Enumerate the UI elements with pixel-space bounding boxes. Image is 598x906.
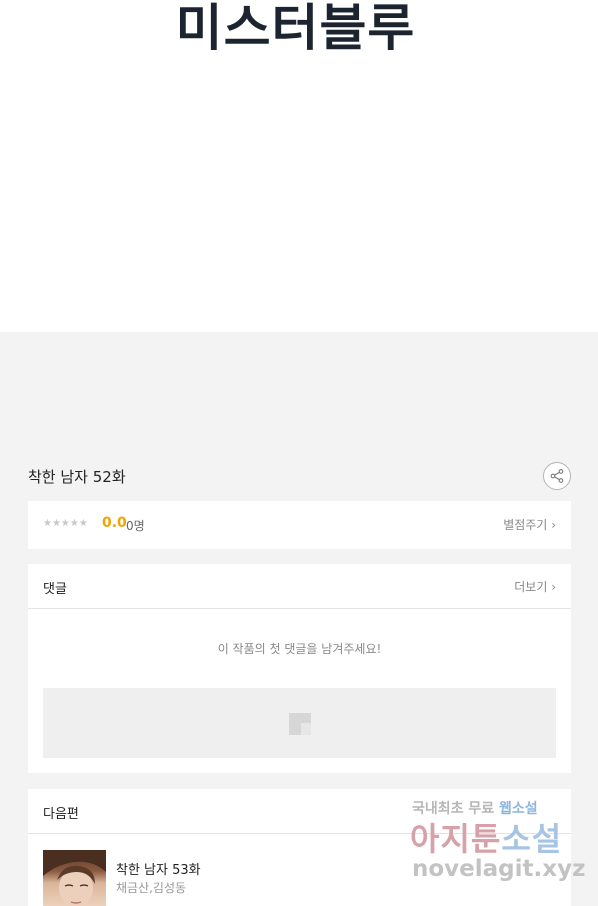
watermark-url: novelagit.xyz — [412, 856, 586, 882]
next-episode-section-title: 다음편 — [43, 807, 79, 822]
watermark-logo: 아지툰소설 — [410, 820, 563, 858]
share-button[interactable] — [543, 462, 571, 490]
comments-card: 댓글 더보기 › 이 작품의 첫 댓글을 남겨주세요! — [28, 564, 571, 773]
character-portrait — [43, 850, 106, 906]
mister-blue-title-art: 미스터블루 — [175, 0, 416, 57]
comic-image-area: 미스터블루 — [0, 0, 598, 332]
rating-stars: ★★★★★ — [43, 518, 88, 529]
comment-input-box[interactable] — [43, 688, 556, 758]
chevron-right-icon: › — [551, 580, 556, 594]
placeholder-image-icon — [289, 713, 311, 735]
comments-header: 댓글 더보기 › — [28, 564, 571, 609]
comments-empty-message: 이 작품의 첫 댓글을 남겨주세요! — [217, 642, 382, 656]
episode-title: 착한 남자 52화 — [28, 468, 126, 486]
episode-header: 착한 남자 52화 — [28, 462, 571, 490]
comments-more-label: 더보기 — [514, 580, 548, 594]
comments-title: 댓글 — [43, 582, 67, 597]
rate-button[interactable]: 별점주기 › — [503, 516, 556, 533]
site-watermark: 국내최초 무료 웹소설 아지툰소설 novelagit.xyz — [408, 798, 586, 888]
rating-count: 0명 — [126, 519, 145, 533]
next-episode-title[interactable]: 착한 남자 53화 — [116, 859, 201, 878]
rating-card: ★★★★★ 0.0 0명 별점주기 › — [28, 501, 571, 549]
rating-score: 0.0 — [102, 515, 127, 531]
rate-button-label: 별점주기 — [503, 518, 548, 532]
chevron-right-icon: › — [551, 518, 556, 532]
next-episode-authors: 채금산,김성동 — [116, 881, 187, 895]
share-icon — [550, 469, 564, 483]
comments-more-link[interactable]: 더보기 › — [514, 578, 556, 595]
next-episode-thumbnail[interactable] — [43, 850, 106, 906]
